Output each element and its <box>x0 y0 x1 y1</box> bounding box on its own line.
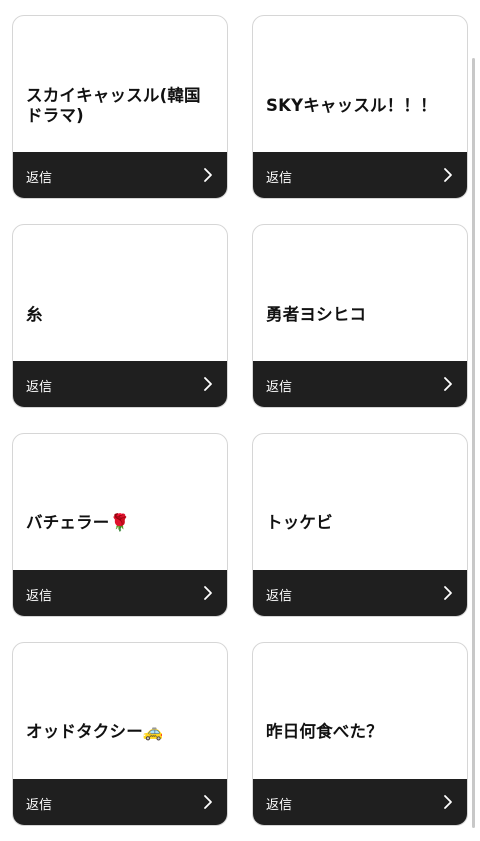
reply-label: 返信 <box>266 798 293 813</box>
reply-label: 返信 <box>26 589 53 604</box>
card-title-area: スカイキャッスル(韓国ドラマ) <box>13 16 227 154</box>
reply-button[interactable]: 返信 <box>253 779 467 825</box>
card-title: スカイキャッスル(韓国ドラマ) <box>26 86 201 125</box>
chevron-right-icon <box>442 585 454 601</box>
reply-button[interactable]: 返信 <box>13 779 227 825</box>
reply-label: 返信 <box>26 380 53 395</box>
chevron-right-icon <box>442 376 454 392</box>
card-title-area: 糸 <box>13 225 227 363</box>
card-title-area: SKYキャッスル！！！ <box>253 16 467 154</box>
card-title-area: トッケビ <box>253 434 467 572</box>
topic-card[interactable]: スカイキャッスル(韓国ドラマ) 返信 <box>12 15 228 199</box>
scrollbar[interactable] <box>472 58 475 828</box>
card-title: オッドタクシー🚕 <box>26 722 164 741</box>
topic-card[interactable]: 糸 返信 <box>12 224 228 408</box>
card-title-area: オッドタクシー🚕 <box>13 643 227 781</box>
topic-card[interactable]: 昨日何食べた？ 返信 <box>252 642 468 826</box>
chevron-right-icon <box>442 794 454 810</box>
topic-card[interactable]: SKYキャッスル！！！ 返信 <box>252 15 468 199</box>
chevron-right-icon <box>202 167 214 183</box>
card-title: 勇者ヨシヒコ <box>266 305 367 324</box>
card-title: 昨日何食べた？ <box>266 722 383 741</box>
reply-button[interactable]: 返信 <box>253 570 467 616</box>
reply-button[interactable]: 返信 <box>253 361 467 407</box>
card-title-area: 勇者ヨシヒコ <box>253 225 467 363</box>
card-title: トッケビ <box>266 513 333 532</box>
reply-label: 返信 <box>266 380 293 395</box>
reply-button[interactable]: 返信 <box>13 152 227 198</box>
topic-card[interactable]: バチェラー🌹 返信 <box>12 433 228 617</box>
reply-label: 返信 <box>266 171 293 186</box>
reply-label: 返信 <box>266 589 293 604</box>
topic-card-grid: スカイキャッスル(韓国ドラマ) 返信 SKYキャッスル！！！ 返信 糸 返信 勇… <box>0 0 480 841</box>
reply-label: 返信 <box>26 171 53 186</box>
reply-button[interactable]: 返信 <box>13 361 227 407</box>
chevron-right-icon <box>202 376 214 392</box>
chevron-right-icon <box>442 167 454 183</box>
reply-button[interactable]: 返信 <box>253 152 467 198</box>
card-title-area: 昨日何食べた？ <box>253 643 467 781</box>
chevron-right-icon <box>202 585 214 601</box>
topic-card[interactable]: オッドタクシー🚕 返信 <box>12 642 228 826</box>
card-title: バチェラー🌹 <box>26 513 131 532</box>
reply-button[interactable]: 返信 <box>13 570 227 616</box>
topic-card[interactable]: トッケビ 返信 <box>252 433 468 617</box>
topic-card[interactable]: 勇者ヨシヒコ 返信 <box>252 224 468 408</box>
chevron-right-icon <box>202 794 214 810</box>
card-title-area: バチェラー🌹 <box>13 434 227 572</box>
card-title: SKYキャッスル！！！ <box>266 96 437 115</box>
card-title: 糸 <box>26 305 43 324</box>
reply-label: 返信 <box>26 798 53 813</box>
